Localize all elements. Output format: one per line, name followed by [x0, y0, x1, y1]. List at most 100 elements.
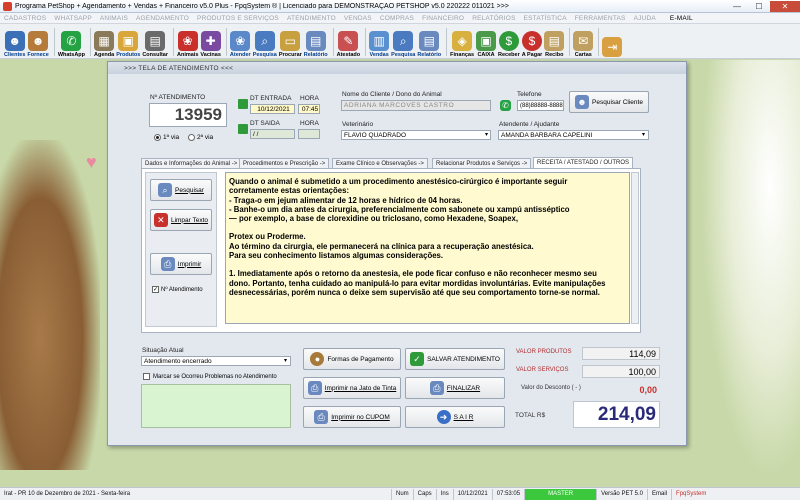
- tab-relacionar-produtos[interactable]: Relacionar Produtos e Serviços ->: [432, 158, 532, 168]
- pesquisar-label: Pesquisar: [175, 186, 204, 194]
- toolbar-label: Procurar: [278, 52, 302, 58]
- exit-icon: ⇥: [602, 37, 623, 57]
- tab-exame-clinico[interactable]: Exame Clínico e Observações ->: [332, 158, 428, 168]
- receita-textarea[interactable]: Quando o animal é submetido a um procedi…: [225, 172, 630, 324]
- toolbar-whatsapp-button[interactable]: ✆ WhatsApp: [58, 25, 85, 58]
- marcar-problemas-checkbox[interactable]: Marcar se Ocorreu Problemas no Atendimen…: [143, 373, 277, 380]
- menu-produtos-servicos[interactable]: PRODUTOS E SERVIÇOS: [197, 15, 279, 22]
- heart-icon: ♥: [86, 152, 97, 172]
- menu-atendimento[interactable]: ATENDIMENTO: [287, 15, 336, 22]
- toolbar-produtos-button[interactable]: ▣ Produtos: [116, 25, 140, 58]
- menu-compras[interactable]: COMPRAS: [380, 15, 414, 22]
- menu-relatorios[interactable]: RELATÓRIOS: [472, 15, 515, 22]
- folder-icon: ▭: [280, 31, 301, 51]
- toolbar-cartas-button[interactable]: ✉ Cartas: [573, 25, 594, 58]
- menu-whatsapp[interactable]: WHATSAPP: [54, 15, 92, 22]
- toolbar-procurar-button[interactable]: ▭ Procurar: [279, 25, 302, 58]
- pesquisar-button[interactable]: ⌕ Pesquisar: [150, 179, 212, 201]
- menu-financeiro[interactable]: FINANCEIRO: [422, 15, 464, 22]
- menu-estatistica[interactable]: ESTATÍSTICA: [524, 15, 567, 22]
- toolbar-relatorio-button[interactable]: ▤ Relatório: [304, 25, 328, 58]
- close-button[interactable]: ✕: [770, 0, 800, 12]
- imprimir-label: Imprimir: [177, 260, 202, 268]
- toolbar-pesquisa-button[interactable]: ⌕ Pesquisa: [253, 25, 277, 58]
- imprimir-cupom-button[interactable]: ⎙ Imprimir no CUPOM: [303, 406, 401, 428]
- menu-email[interactable]: E-MAIL: [670, 15, 693, 22]
- toolbar-exit-button[interactable]: ⇥: [602, 25, 623, 58]
- salvar-atendimento-button[interactable]: ✓ SALVAR ATENDIMENTO: [405, 348, 505, 370]
- toolbar-atender-button[interactable]: ❀ Atender: [230, 25, 251, 58]
- dog-image: [0, 140, 100, 470]
- menu-cadastros[interactable]: CADASTROS: [4, 15, 46, 22]
- cliente-field[interactable]: ADRIANA MARCOVES CASTRO: [341, 100, 491, 111]
- atendente-select[interactable]: AMANDA BARBARA CAPELINI: [498, 130, 649, 140]
- check-icon: ✓: [410, 352, 425, 366]
- limpar-texto-button[interactable]: ✕ Limpar Texto: [150, 209, 212, 231]
- minimize-button[interactable]: —: [726, 1, 748, 12]
- toolbar-fornece-button[interactable]: ☻ Fornece: [27, 25, 49, 58]
- consult-icon: ▤: [145, 31, 166, 51]
- text-line: — por exemplo, a base de clorexidine ou …: [229, 214, 519, 224]
- whatsapp-icon: ✆: [61, 31, 82, 51]
- tab-procedimentos[interactable]: Procedimentos e Prescrição ->: [239, 158, 330, 168]
- toolbar-atestado-button[interactable]: ✎ Atestado: [336, 25, 361, 58]
- maximize-button[interactable]: ☐: [748, 1, 770, 12]
- menu-ajuda[interactable]: AJUDA: [634, 15, 656, 22]
- toolbar-label: Finanças: [450, 52, 474, 58]
- pesquisar-cliente-button[interactable]: ☻ Pesquisar Cliente: [569, 91, 649, 113]
- status-ins: Ins: [437, 488, 454, 500]
- toolbar-apagar-button[interactable]: $ A Pagar: [522, 25, 542, 58]
- problemas-textarea[interactable]: [141, 384, 291, 428]
- dt-saida-field[interactable]: / /: [250, 129, 295, 139]
- toolbar-recibo-button[interactable]: ▤ Recibo: [544, 25, 565, 58]
- n-atendimento-checkbox[interactable]: ✓ Nº Atendimento: [152, 286, 203, 293]
- formas-pagamento-button[interactable]: ● Formas de Pagamento: [303, 348, 401, 370]
- toolbar-financas-button[interactable]: ◈ Finanças: [450, 25, 474, 58]
- paw-image: [700, 60, 800, 480]
- toolbar-receber-button[interactable]: $ Receber: [498, 25, 520, 58]
- toolbar: ☻ Clientes ☻ Fornece ✆ WhatsApp ▦ Agenda ▣ Pr…: [0, 24, 800, 59]
- telefone-field[interactable]: (88)88888-8888: [517, 100, 564, 111]
- toolbar-agenda-button[interactable]: ▦ Agenda: [94, 25, 114, 58]
- window-title: Programa PetShop + Agendamento + Vendas …: [15, 2, 509, 10]
- whatsapp-icon[interactable]: ✆: [500, 100, 511, 111]
- toolbar-clientes-button[interactable]: ☻ Clientes: [4, 25, 25, 58]
- textarea-scrollbar[interactable]: [631, 172, 639, 324]
- menu-agendamento[interactable]: AGENDAMENTO: [136, 15, 189, 22]
- imprimir-button[interactable]: ⎙ Imprimir: [150, 253, 212, 275]
- toolbar-label: Atender: [229, 52, 251, 58]
- dt-entrada-field[interactable]: 10/12/2021: [250, 104, 295, 114]
- radio-checked-icon: [154, 134, 161, 141]
- finalizar-button[interactable]: ⎙ FINALIZAR: [405, 377, 505, 399]
- attend-icon: ❀: [230, 31, 251, 51]
- text-line: - Banhe-o um dia antes da cirurgia, pref…: [229, 204, 570, 214]
- toolbar-label: Atestado: [336, 52, 361, 58]
- toolbar-vacinas-button[interactable]: ✚ Vacinas: [200, 25, 221, 58]
- situacao-select[interactable]: Atendimento encerrado: [141, 356, 291, 366]
- hora-saida-field[interactable]: [298, 129, 320, 139]
- menu-ferramentas[interactable]: FERRAMENTAS: [575, 15, 626, 22]
- toolbar-relatorio2-button[interactable]: ▤ Relatório: [417, 25, 441, 58]
- receita-side-panel: ⌕ Pesquisar ✕ Limpar Texto ⎙ Imprimir ✓ …: [145, 172, 217, 327]
- cliente-label: Nome do Cliente / Dono do Animal: [342, 91, 442, 98]
- toolbar-caixa-button[interactable]: ▣ CAIXA: [476, 25, 496, 58]
- toolbar-label: Animais: [177, 52, 199, 58]
- sair-button[interactable]: ➜ S A I R: [405, 406, 505, 428]
- toolbar-animais-button[interactable]: ❀ Animais: [177, 25, 198, 58]
- status-email[interactable]: Email: [648, 488, 673, 500]
- tab-dados-animal[interactable]: Dados e Informações do Animal ->: [141, 158, 242, 168]
- menu-animais[interactable]: ANIMAIS: [100, 15, 128, 22]
- hora-entrada-field[interactable]: 07:45: [298, 104, 320, 114]
- menu-vendas[interactable]: VENDAS: [344, 15, 372, 22]
- imprimir-jato-button[interactable]: ⎙ Imprimir na Jato de Tinta: [303, 377, 401, 399]
- toolbar-pesquisa2-button[interactable]: ⌕ Pesquisa: [391, 25, 415, 58]
- via2-radio[interactable]: 2ª via: [188, 134, 213, 141]
- toolbar-consultar-button[interactable]: ▤ Consultar: [142, 25, 168, 58]
- window-titlebar: Programa PetShop + Agendamento + Vendas …: [0, 0, 800, 13]
- atendimento-number: 13959: [149, 103, 227, 127]
- tab-receita-atestado[interactable]: RECEITA / ATESTADO / OUTROS: [533, 157, 634, 168]
- atendente-label: Atendente / Ajudante: [499, 121, 560, 128]
- veterinario-select[interactable]: FLAVIO QUADRADO: [341, 130, 491, 140]
- toolbar-vendas-button[interactable]: ▥ Vendas: [369, 25, 390, 58]
- via1-radio[interactable]: 1ª via: [154, 134, 179, 141]
